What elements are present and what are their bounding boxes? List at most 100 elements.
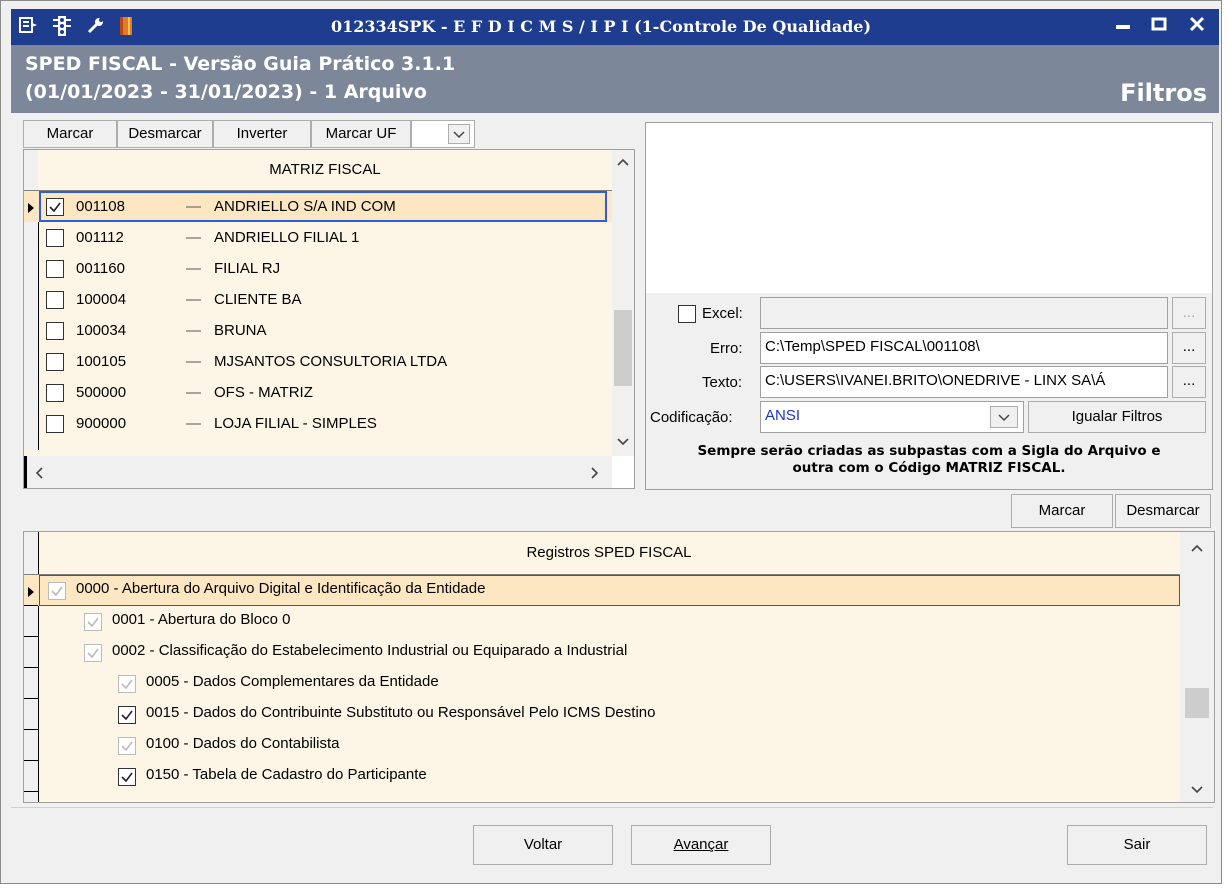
registros-desmarcar-button[interactable]: Desmarcar bbox=[1115, 494, 1211, 528]
inverter-button[interactable]: Inverter bbox=[213, 120, 311, 148]
matriz-row-code: 001160 bbox=[76, 260, 125, 277]
matriz-row-checkbox[interactable] bbox=[46, 353, 64, 371]
erro-label: Erro: bbox=[710, 340, 743, 357]
texto-browse-button[interactable]: ... bbox=[1172, 366, 1206, 398]
marcar-button[interactable]: Marcar bbox=[23, 120, 117, 148]
matriz-row-separator: — bbox=[186, 384, 201, 401]
avancar-button[interactable]: Avançar bbox=[631, 825, 771, 865]
registros-row[interactable]: 0005 - Dados Complementares da Entidade bbox=[24, 668, 1180, 699]
matriz-row[interactable]: 001112 — ANDRIELLO FILIAL 1 bbox=[24, 222, 612, 253]
matriz-row-checkbox[interactable] bbox=[46, 291, 64, 309]
matriz-row[interactable]: 500000 — OFS - MATRIZ bbox=[24, 377, 612, 408]
matriz-row-checkbox[interactable] bbox=[46, 322, 64, 340]
uf-select[interactable] bbox=[411, 120, 475, 148]
scroll-down-icon[interactable] bbox=[1190, 784, 1204, 796]
wrench-icon[interactable] bbox=[85, 15, 107, 37]
matriz-grid[interactable]: MATRIZ FISCAL 001108 — ANDRIELLO S/A IND C… bbox=[23, 149, 635, 489]
matriz-row[interactable]: 100004 — CLIENTE BA bbox=[24, 284, 612, 315]
header-period: (01/01/2023 - 31/01/2023) - 1 Arquivo bbox=[25, 81, 427, 103]
row-divider bbox=[24, 667, 38, 668]
desmarcar-button[interactable]: Desmarcar bbox=[117, 120, 213, 148]
excel-label: Excel: bbox=[702, 305, 743, 322]
matriz-row[interactable]: 100034 — BRUNA bbox=[24, 315, 612, 346]
current-row-icon bbox=[27, 201, 35, 218]
registros-row-checkbox[interactable] bbox=[84, 644, 102, 662]
erro-browse-button[interactable]: ... bbox=[1172, 332, 1206, 364]
registros-row-label: 0015 - Dados do Contribuinte Substituto … bbox=[146, 704, 656, 721]
row-divider bbox=[24, 605, 38, 606]
book-icon[interactable] bbox=[115, 15, 137, 37]
matriz-row-checkbox[interactable] bbox=[46, 198, 64, 216]
matriz-row-code: 001108 bbox=[76, 198, 125, 215]
registros-row-checkbox[interactable] bbox=[118, 737, 136, 755]
matriz-row-name: LOJA FILIAL - SIMPLES bbox=[214, 415, 377, 432]
matriz-row-separator: — bbox=[186, 198, 201, 215]
scroll-up-icon[interactable] bbox=[616, 156, 630, 168]
scroll-down-icon[interactable] bbox=[616, 436, 630, 448]
subfolder-note: Sempre serão criadas as subpastas com a … bbox=[646, 443, 1212, 477]
subfolder-note-line1: Sempre serão criadas as subpastas com a … bbox=[697, 443, 1161, 459]
chevron-down-icon[interactable] bbox=[990, 406, 1018, 428]
marcar-uf-button[interactable]: Marcar UF bbox=[311, 120, 411, 148]
matriz-row-checkbox[interactable] bbox=[46, 415, 64, 433]
matriz-row[interactable]: 001160 — FILIAL RJ bbox=[24, 253, 612, 284]
excel-browse-button[interactable]: ... bbox=[1172, 297, 1206, 329]
scroll-up-icon[interactable] bbox=[1190, 542, 1204, 554]
menu-icon[interactable] bbox=[17, 15, 39, 37]
matriz-row-checkbox[interactable] bbox=[46, 260, 64, 278]
matriz-row-checkbox[interactable] bbox=[46, 229, 64, 247]
matriz-row-code: 100004 bbox=[76, 291, 127, 308]
registros-vscroll-thumb[interactable] bbox=[1185, 688, 1209, 718]
traffic-light-icon[interactable] bbox=[51, 15, 73, 37]
row-divider bbox=[24, 729, 38, 730]
header-section-title: Filtros bbox=[1120, 79, 1207, 107]
registros-grid[interactable]: Registros SPED FISCAL 0000 - Abertura do… bbox=[23, 531, 1215, 803]
igualar-filtros-button[interactable]: Igualar Filtros bbox=[1028, 401, 1206, 433]
registros-row[interactable]: 0150 - Tabela de Cadastro do Participant… bbox=[24, 761, 1180, 792]
registros-row-checkbox[interactable] bbox=[118, 675, 136, 693]
erro-path-field[interactable]: C:\Temp\SPED FISCAL\001108\ bbox=[760, 332, 1168, 364]
scroll-left-icon[interactable] bbox=[34, 466, 46, 480]
row-divider bbox=[24, 760, 38, 761]
matriz-row-name: ANDRIELLO FILIAL 1 bbox=[214, 229, 360, 246]
chevron-down-icon[interactable] bbox=[448, 124, 470, 144]
registros-row[interactable]: 0000 - Abertura do Arquivo Digital e Ide… bbox=[24, 575, 1180, 606]
window-title: 012334SPK - E F D I C M S / I P I (1-Con… bbox=[331, 17, 872, 36]
registros-row-checkbox[interactable] bbox=[84, 613, 102, 631]
matriz-vscrollbar[interactable] bbox=[612, 150, 634, 456]
registros-row-label: 0150 - Tabela de Cadastro do Participant… bbox=[146, 766, 427, 783]
codificacao-select[interactable]: ANSI bbox=[760, 401, 1024, 433]
maximize-button[interactable] bbox=[1145, 13, 1173, 41]
texto-path-field[interactable]: C:\USERS\IVANEI.BRITO\ONEDRIVE - LINX SA… bbox=[760, 366, 1168, 398]
matriz-row-name: CLIENTE BA bbox=[214, 291, 302, 308]
matriz-row-name: FILIAL RJ bbox=[214, 260, 281, 277]
matriz-row-separator: — bbox=[186, 291, 201, 308]
matriz-vscroll-thumb[interactable] bbox=[614, 310, 632, 386]
close-button[interactable] bbox=[1183, 13, 1211, 41]
registros-column-header[interactable]: Registros SPED FISCAL bbox=[38, 532, 1180, 574]
registros-row[interactable]: 0100 - Dados do Contabilista bbox=[24, 730, 1180, 761]
registros-vscrollbar[interactable] bbox=[1180, 532, 1214, 802]
sair-button[interactable]: Sair bbox=[1067, 825, 1207, 865]
registros-row[interactable]: 0002 - Classificação do Estabelecimento … bbox=[24, 637, 1180, 668]
matriz-row[interactable]: 100105 — MJSANTOS CONSULTORIA LTDA bbox=[24, 346, 612, 377]
matriz-column-header[interactable]: MATRIZ FISCAL bbox=[38, 150, 612, 190]
registros-row-checkbox[interactable] bbox=[118, 768, 136, 786]
matriz-row-name: BRUNA bbox=[214, 322, 267, 339]
registros-row-checkbox[interactable] bbox=[48, 582, 66, 600]
excel-checkbox[interactable] bbox=[678, 305, 696, 323]
excel-path-field[interactable] bbox=[760, 297, 1168, 329]
registros-row-label: 0000 - Abertura do Arquivo Digital e Ide… bbox=[76, 580, 486, 597]
matriz-row[interactable]: 900000 — LOJA FILIAL - SIMPLES bbox=[24, 408, 612, 439]
registros-row-checkbox[interactable] bbox=[118, 706, 136, 724]
matriz-row[interactable]: 001108 — ANDRIELLO S/A IND COM bbox=[24, 191, 612, 222]
scroll-right-icon[interactable] bbox=[588, 466, 600, 480]
registros-marcar-button[interactable]: Marcar bbox=[1011, 494, 1113, 528]
matriz-hscrollbar[interactable] bbox=[24, 456, 612, 488]
matriz-row-checkbox[interactable] bbox=[46, 384, 64, 402]
registros-row[interactable]: 0001 - Abertura do Bloco 0 bbox=[24, 606, 1180, 637]
matriz-row-code: 500000 bbox=[76, 384, 127, 401]
registros-row[interactable]: 0015 - Dados do Contribuinte Substituto … bbox=[24, 699, 1180, 730]
minimize-button[interactable] bbox=[1109, 13, 1137, 41]
voltar-button[interactable]: Voltar bbox=[473, 825, 613, 865]
